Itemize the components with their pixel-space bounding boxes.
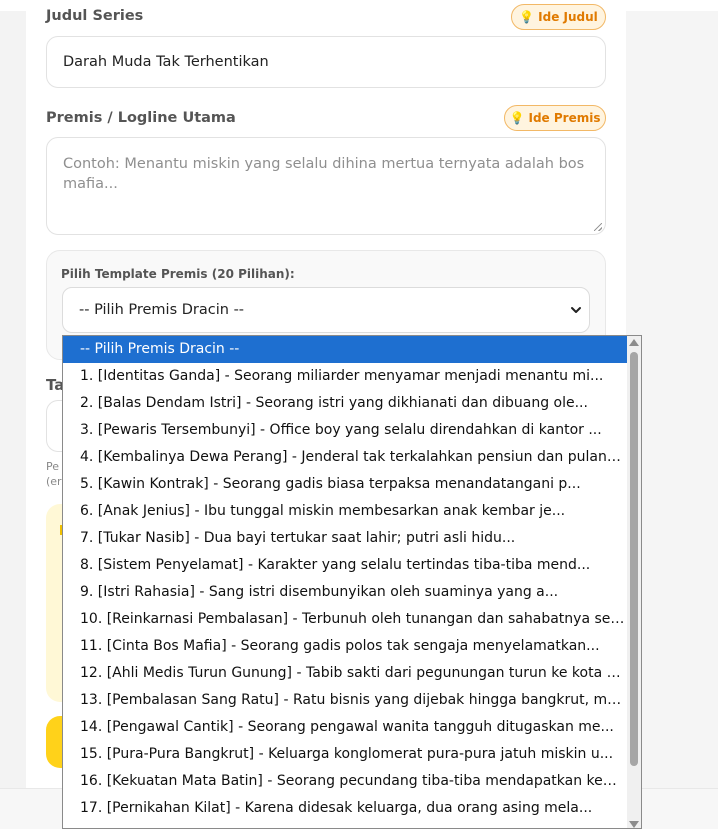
series-title-input[interactable]: Darah Muda Tak Terhentikan bbox=[46, 36, 606, 88]
scroll-thumb[interactable] bbox=[630, 352, 638, 766]
dropdown-option[interactable]: 2. [Balas Dendam Istri] - Seorang istri … bbox=[63, 390, 629, 417]
dropdown-option[interactable]: 11. [Cinta Bos Mafia] - Seorang gadis po… bbox=[63, 633, 629, 660]
premise-label: Premis / Logline Utama bbox=[46, 110, 236, 126]
lightbulb-icon: 💡 bbox=[509, 111, 525, 125]
dropdown-option[interactable]: 9. [Istri Rahasia] - Sang istri disembun… bbox=[63, 579, 629, 606]
premise-idea-button-label: Ide Premis bbox=[528, 111, 601, 125]
premise-placeholder: Contoh: Menantu miskin yang selalu dihin… bbox=[63, 156, 585, 192]
hidden-hint-1: Pe bbox=[46, 460, 60, 473]
dropdown-option[interactable]: 3. [Pewaris Tersembunyi] - Office boy ya… bbox=[63, 417, 629, 444]
premise-dropdown-list[interactable]: -- Pilih Premis Dracin -- 1. [Identitas G… bbox=[62, 335, 642, 829]
title-idea-button-label: Ide Judul bbox=[538, 10, 598, 24]
dropdown-option[interactable]: 7. [Tukar Nasib] - Dua bayi tertukar saa… bbox=[63, 525, 629, 552]
chevron-down-icon bbox=[571, 307, 581, 313]
dropdown-option[interactable]: 17. [Pernikahan Kilat] - Karena didesak … bbox=[63, 795, 629, 822]
hidden-hint-2: (er bbox=[46, 475, 62, 488]
premise-textarea[interactable]: Contoh: Menantu miskin yang selalu dihin… bbox=[46, 137, 606, 235]
dropdown-option[interactable]: 1. [Identitas Ganda] - Seorang miliarder… bbox=[63, 363, 629, 390]
dropdown-option[interactable]: 8. [Sistem Penyelamat] - Karakter yang s… bbox=[63, 552, 629, 579]
dropdown-option[interactable]: 14. [Pengawal Cantik] - Seorang pengawal… bbox=[63, 714, 629, 741]
dropdown-option[interactable]: 13. [Pembalasan Sang Ratu] - Ratu bisnis… bbox=[63, 687, 629, 714]
scroll-down-arrow-icon[interactable] bbox=[629, 821, 639, 828]
series-title-value: Darah Muda Tak Terhentikan bbox=[63, 54, 269, 70]
dropdown-option[interactable]: -- Pilih Premis Dracin -- bbox=[63, 336, 629, 363]
template-label: Pilih Template Premis (20 Pilihan): bbox=[61, 267, 295, 281]
template-select-value: -- Pilih Premis Dracin -- bbox=[79, 302, 245, 318]
dropdown-options: -- Pilih Premis Dracin -- 1. [Identitas G… bbox=[63, 336, 629, 822]
dropdown-option[interactable]: 15. [Pura-Pura Bangkrut] - Keluarga kong… bbox=[63, 741, 629, 768]
dropdown-scrollbar[interactable] bbox=[627, 336, 641, 828]
dropdown-option[interactable]: 5. [Kawin Kontrak] - Seorang gadis biasa… bbox=[63, 471, 629, 498]
dropdown-option[interactable]: 6. [Anak Jenius] - Ibu tunggal miskin me… bbox=[63, 498, 629, 525]
dropdown-option[interactable]: 4. [Kembalinya Dewa Perang] - Jenderal t… bbox=[63, 444, 629, 471]
title-idea-button[interactable]: 💡 Ide Judul bbox=[511, 4, 606, 30]
template-select[interactable]: -- Pilih Premis Dracin -- bbox=[62, 287, 590, 333]
dropdown-option[interactable]: 10. [Reinkarnasi Pembalasan] - Terbunuh … bbox=[63, 606, 629, 633]
dropdown-option[interactable]: 16. [Kekuatan Mata Batin] - Seorang pecu… bbox=[63, 768, 629, 795]
series-title-label: Judul Series bbox=[46, 8, 144, 24]
dropdown-option[interactable]: 12. [Ahli Medis Turun Gunung] - Tabib sa… bbox=[63, 660, 629, 687]
lightbulb-icon: 💡 bbox=[519, 10, 535, 24]
scroll-up-arrow-icon[interactable] bbox=[629, 339, 639, 346]
premise-idea-button[interactable]: 💡 Ide Premis bbox=[504, 105, 606, 131]
resize-grip-icon[interactable] bbox=[594, 223, 602, 231]
